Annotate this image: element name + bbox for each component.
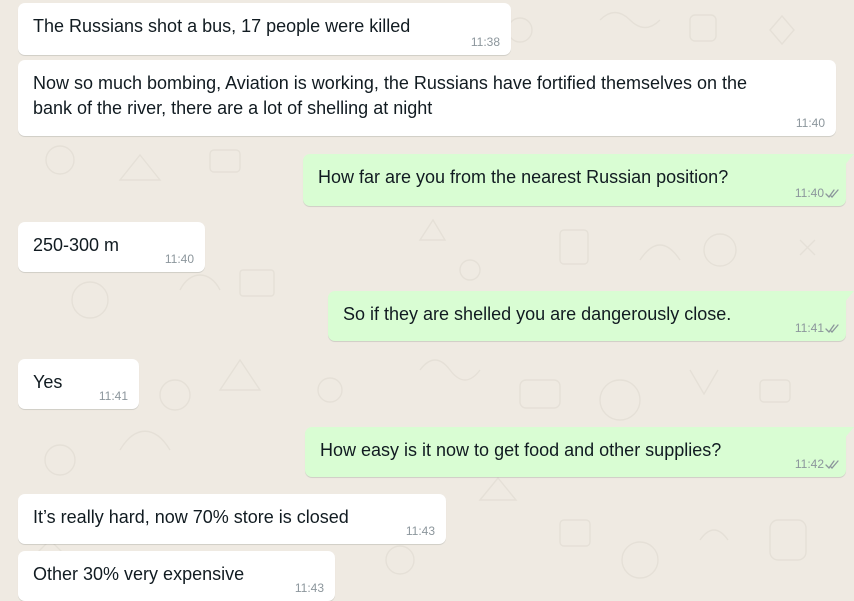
message-time: 11:42 — [794, 457, 824, 471]
message-text: Yes — [33, 372, 63, 392]
outgoing-message[interactable]: So if they are shelled you are dangerous… — [328, 291, 854, 341]
message-text: How far are you from the nearest Russian… — [318, 167, 729, 187]
message-text: The Russians shot a bus, 17 people were … — [33, 16, 411, 36]
double-check-icon — [825, 324, 839, 334]
message-time: 11:41 — [794, 321, 824, 335]
message-time: 11:40 — [164, 252, 194, 266]
double-check-icon — [825, 460, 839, 470]
message-time: 11:40 — [794, 186, 824, 200]
incoming-message[interactable]: The Russians shot a bus, 17 people were … — [18, 3, 511, 55]
message-time: 11:40 — [795, 116, 825, 130]
bubble-tail — [844, 427, 854, 439]
message-text: 250-300 m — [33, 235, 120, 255]
message-time: 11:38 — [470, 35, 500, 49]
incoming-message[interactable]: Other 30% very expensive 11:43 — [18, 551, 335, 601]
bubble-tail — [844, 154, 854, 166]
message-time: 11:41 — [98, 389, 128, 403]
incoming-message[interactable]: Yes 11:41 — [18, 359, 139, 409]
message-time: 11:43 — [405, 524, 435, 538]
incoming-message[interactable]: It’s really hard, now 70% store is close… — [18, 494, 446, 544]
incoming-message[interactable]: Now so much bombing, Aviation is working… — [18, 60, 836, 136]
outgoing-message[interactable]: How far are you from the nearest Russian… — [303, 154, 854, 206]
double-check-icon — [825, 189, 839, 199]
message-text: Now so much bombing, Aviation is working… — [33, 73, 748, 118]
message-text: So if they are shelled you are dangerous… — [343, 304, 732, 324]
outgoing-message[interactable]: How easy is it now to get food and other… — [305, 427, 854, 477]
incoming-message[interactable]: 250-300 m 11:40 — [18, 222, 205, 272]
message-text: How easy is it now to get food and other… — [320, 440, 722, 460]
message-time: 11:43 — [294, 581, 324, 595]
message-text: It’s really hard, now 70% store is close… — [33, 507, 349, 527]
message-text: Other 30% very expensive — [33, 564, 245, 584]
bubble-tail — [844, 291, 854, 303]
